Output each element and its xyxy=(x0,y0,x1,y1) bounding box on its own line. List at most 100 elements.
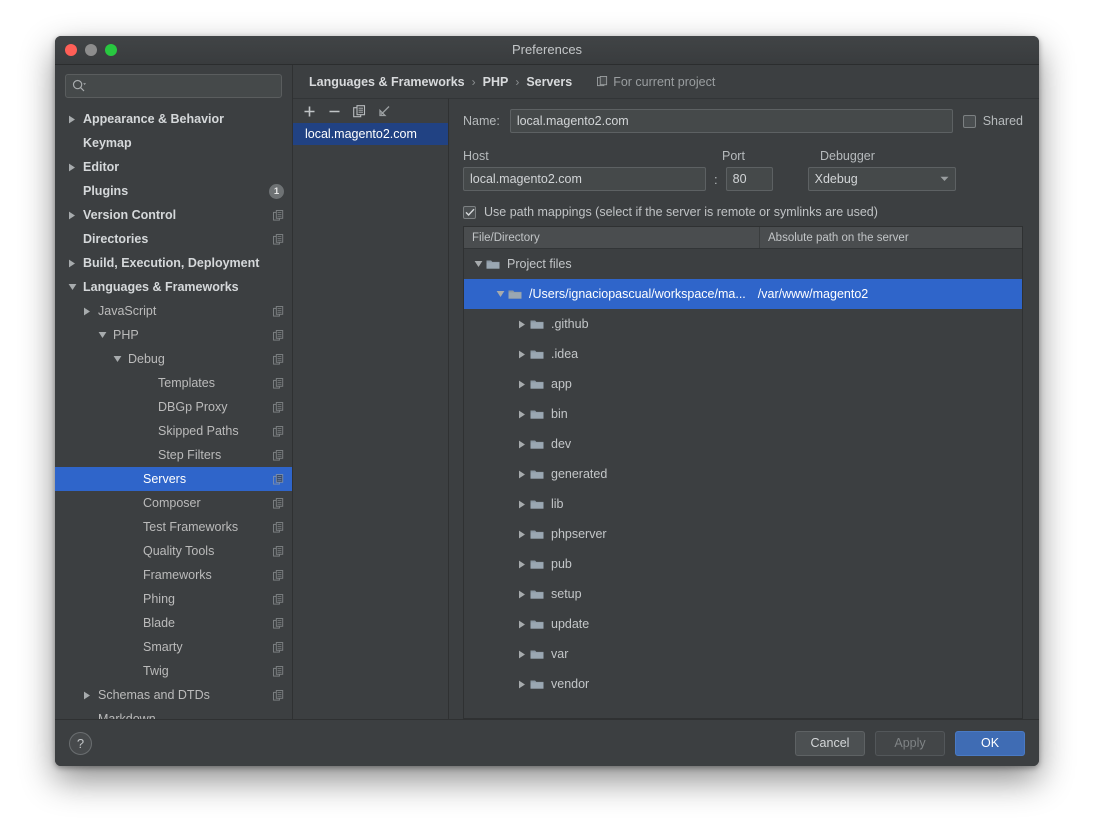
sidebar-item-smarty[interactable]: Smarty xyxy=(55,635,292,659)
sidebar-item-version-control[interactable]: Version Control xyxy=(55,203,292,227)
host-input[interactable]: local.magento2.com xyxy=(463,167,706,191)
expand-arrow[interactable] xyxy=(65,163,79,172)
expand-arrow[interactable] xyxy=(514,590,530,599)
server-list-item[interactable]: local.magento2.com xyxy=(293,123,448,145)
shared-checkbox[interactable] xyxy=(962,114,976,128)
mapping-row[interactable]: dev xyxy=(464,429,1022,459)
mapping-row[interactable]: .github xyxy=(464,309,1022,339)
mapping-row[interactable]: phpserver xyxy=(464,519,1022,549)
sidebar-item-schemas-and-dtds[interactable]: Schemas and DTDs xyxy=(55,683,292,707)
cancel-button[interactable]: Cancel xyxy=(795,730,865,756)
ok-button[interactable]: OK xyxy=(955,730,1025,756)
expand-arrow[interactable] xyxy=(514,380,530,389)
expand-arrow[interactable] xyxy=(514,530,530,539)
expand-arrow[interactable] xyxy=(80,307,94,316)
sidebar-item-test-frameworks[interactable]: Test Frameworks xyxy=(55,515,292,539)
expand-arrow[interactable] xyxy=(65,211,79,220)
sidebar-item-label: Debug xyxy=(128,352,165,366)
expand-arrow[interactable] xyxy=(80,691,94,700)
sidebar-item-dbgp-proxy[interactable]: DBGp Proxy xyxy=(55,395,292,419)
mapping-row-name-cell: generated xyxy=(464,467,607,481)
import-server-button[interactable] xyxy=(378,105,391,118)
mapping-row[interactable]: /Users/ignaciopascual/workspace/ma... /va… xyxy=(464,279,1022,309)
sidebar-item-php[interactable]: PHP xyxy=(55,323,292,347)
copy-server-button[interactable] xyxy=(353,104,366,118)
chevron-right-icon xyxy=(84,691,90,699)
mapping-row[interactable]: bin xyxy=(464,399,1022,429)
expand-arrow[interactable] xyxy=(514,560,530,569)
sidebar-item-skipped-paths[interactable]: Skipped Paths xyxy=(55,419,292,443)
sidebar-item-editor[interactable]: Editor xyxy=(55,155,292,179)
mapping-row[interactable]: app xyxy=(464,369,1022,399)
expand-arrow[interactable] xyxy=(65,115,79,124)
sidebar-item-templates[interactable]: Templates xyxy=(55,371,292,395)
expand-arrow[interactable] xyxy=(514,620,530,629)
expand-arrow[interactable] xyxy=(65,259,79,268)
mapping-row[interactable]: update xyxy=(464,609,1022,639)
mapping-row[interactable]: .idea xyxy=(464,339,1022,369)
sidebar-item-debug[interactable]: Debug xyxy=(55,347,292,371)
mapping-row[interactable]: pub xyxy=(464,549,1022,579)
mapping-row[interactable]: Project files xyxy=(464,249,1022,279)
sidebar-item-build-execution-deployment[interactable]: Build, Execution, Deployment xyxy=(55,251,292,275)
sidebar-item-twig[interactable]: Twig xyxy=(55,659,292,683)
sidebar-item-blade[interactable]: Blade xyxy=(55,611,292,635)
chevron-right-icon xyxy=(69,211,75,219)
sidebar-item-keymap[interactable]: Keymap xyxy=(55,131,292,155)
folder-icon xyxy=(530,379,544,390)
expand-arrow[interactable] xyxy=(492,290,508,298)
expand-arrow[interactable] xyxy=(514,350,530,359)
sidebar-item-javascript[interactable]: JavaScript xyxy=(55,299,292,323)
shared-checkbox-row[interactable]: Shared xyxy=(962,114,1023,128)
expand-arrow[interactable] xyxy=(514,320,530,329)
copy-settings-icon xyxy=(273,425,284,437)
sidebar-item-quality-tools[interactable]: Quality Tools xyxy=(55,539,292,563)
sidebar-item-step-filters[interactable]: Step Filters xyxy=(55,443,292,467)
remove-server-button[interactable] xyxy=(328,105,341,118)
mapping-row[interactable]: setup xyxy=(464,579,1022,609)
copy-settings-icon xyxy=(273,233,284,245)
expand-arrow[interactable] xyxy=(470,260,486,268)
mapping-row-name: lib xyxy=(551,497,564,511)
sidebar-item-appearance-behavior[interactable]: Appearance & Behavior xyxy=(55,107,292,131)
sidebar-item-composer[interactable]: Composer xyxy=(55,491,292,515)
expand-arrow[interactable] xyxy=(110,355,124,363)
sidebar-item-phing[interactable]: Phing xyxy=(55,587,292,611)
dialog-footer: ? Cancel Apply OK xyxy=(55,719,1039,766)
sidebar-item-markdown[interactable]: Markdown xyxy=(55,707,292,719)
mapping-row[interactable]: lib xyxy=(464,489,1022,519)
sidebar-item-plugins[interactable]: Plugins 1 xyxy=(55,179,292,203)
help-button[interactable]: ? xyxy=(69,731,92,755)
expand-arrow[interactable] xyxy=(514,470,530,479)
expand-arrow[interactable] xyxy=(514,440,530,449)
expand-arrow[interactable] xyxy=(514,410,530,419)
chevron-right-icon xyxy=(519,680,525,688)
use-path-mappings-checkbox[interactable] xyxy=(463,205,476,219)
expand-arrow[interactable] xyxy=(514,650,530,659)
breadcrumb-item-0[interactable]: Languages & Frameworks xyxy=(309,75,465,89)
expand-arrow[interactable] xyxy=(514,500,530,509)
sidebar-item-languages-frameworks[interactable]: Languages & Frameworks xyxy=(55,275,292,299)
expand-arrow[interactable] xyxy=(514,680,530,689)
name-input[interactable]: local.magento2.com xyxy=(509,109,953,133)
sidebar-item-servers[interactable]: Servers xyxy=(55,467,292,491)
apply-button[interactable]: Apply xyxy=(875,730,945,756)
mapping-row[interactable]: vendor xyxy=(464,669,1022,699)
mapping-row[interactable]: generated xyxy=(464,459,1022,489)
breadcrumb-item-1[interactable]: PHP xyxy=(483,75,509,89)
mapping-row[interactable]: var xyxy=(464,639,1022,669)
search-input[interactable] xyxy=(65,74,282,98)
sidebar-item-label: Frameworks xyxy=(143,568,212,582)
breadcrumb-item-2[interactable]: Servers xyxy=(526,75,572,89)
port-input[interactable]: 80 xyxy=(725,167,773,191)
add-server-button[interactable] xyxy=(303,105,316,118)
debugger-select[interactable]: Xdebug xyxy=(807,167,956,191)
sidebar-item-directories[interactable]: Directories xyxy=(55,227,292,251)
column-header-absolute-path[interactable]: Absolute path on the server xyxy=(760,227,1022,248)
sidebar-item-frameworks[interactable]: Frameworks xyxy=(55,563,292,587)
use-path-mappings-row[interactable]: Use path mappings (select if the server … xyxy=(463,205,1023,219)
chevron-down-icon xyxy=(474,261,482,267)
column-header-file-directory[interactable]: File/Directory xyxy=(464,227,760,248)
expand-arrow[interactable] xyxy=(95,331,109,339)
expand-arrow[interactable] xyxy=(65,283,79,291)
